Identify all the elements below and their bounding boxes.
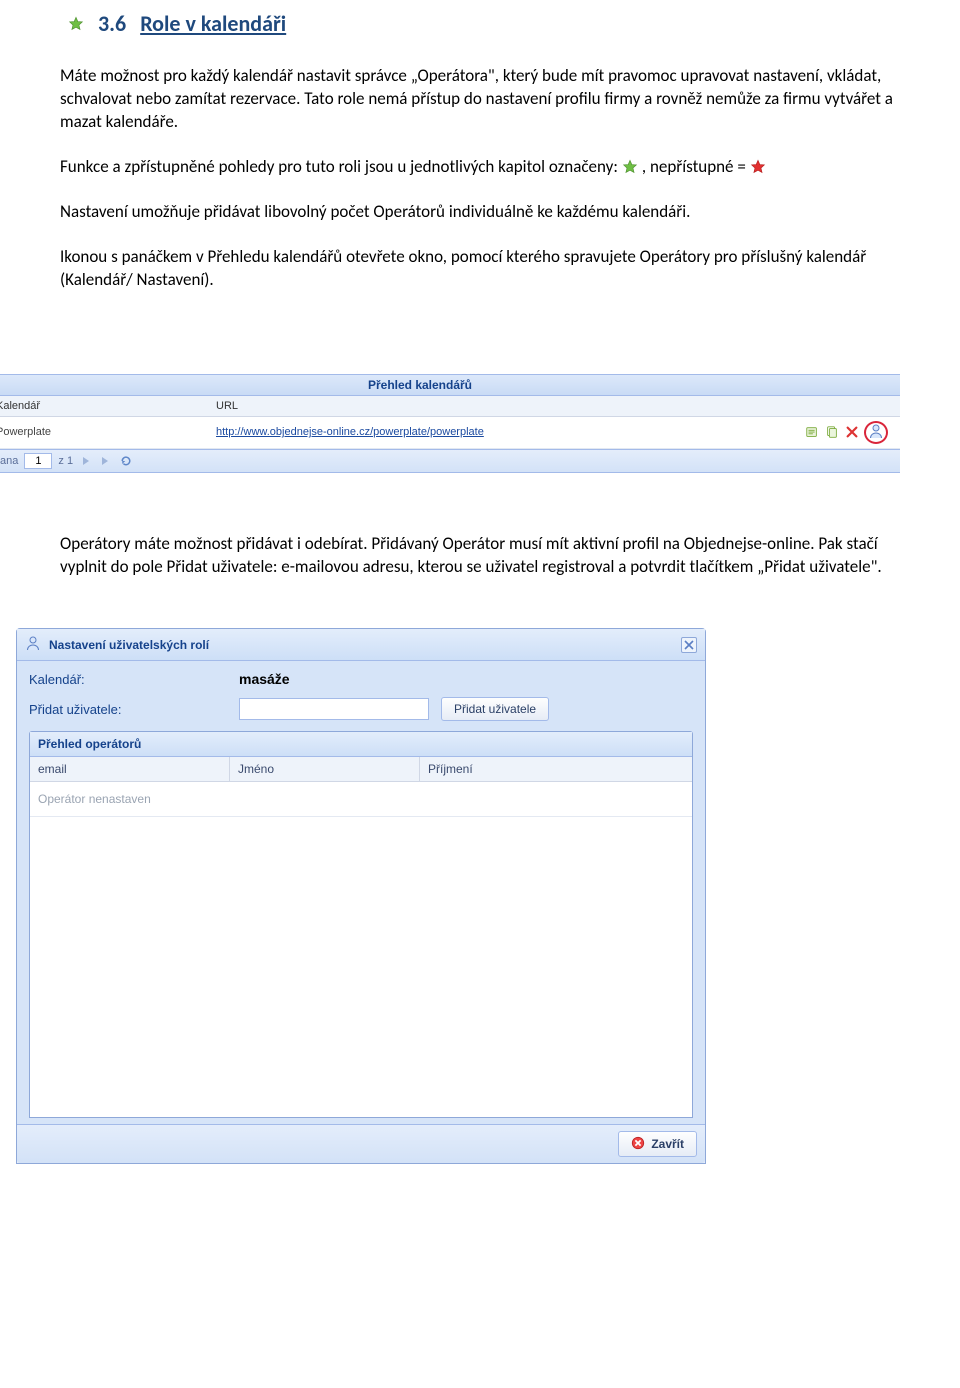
paragraph-1: Máte možnost pro každý kalendář nastavit… [60, 65, 900, 134]
operators-empty-area [30, 817, 692, 1117]
star-green-icon [622, 159, 638, 175]
operator-icon[interactable] [868, 423, 884, 439]
user-icon [25, 635, 41, 654]
delete-icon[interactable] [844, 424, 860, 440]
calendar-overview-title: Přehled kalendářů [0, 375, 900, 396]
col-name: Kalendář [0, 400, 216, 412]
calendar-overview-panel: Přehled kalendářů ID Kalendář URL 1 Powe… [0, 374, 900, 473]
section-heading: 3.6 Role v kalendáři [68, 10, 900, 37]
close-button[interactable]: Zavřít [618, 1131, 697, 1157]
add-user-button-label: Přidat uživatele [454, 702, 536, 716]
operators-panel-title: Přehled operátorů [30, 732, 692, 757]
dialog-titlebar: Nastavení uživatelských rolí [17, 629, 705, 661]
add-user-button[interactable]: Přidat uživatele [441, 697, 549, 721]
role-settings-dialog: Nastavení uživatelských rolí Kalendář: m… [16, 628, 706, 1164]
close-circle-icon [631, 1136, 645, 1153]
paragraph-4: Ikonou s panáčkem v Přehledu kalendářů o… [60, 246, 900, 292]
kalendar-label: Kalendář: [29, 672, 239, 687]
dialog-body: Kalendář: masáže Přidat uživatele: Přida… [17, 661, 705, 1124]
pager-total: z 1 [58, 455, 73, 467]
kalendar-value: masáže [239, 671, 290, 687]
edit-icon[interactable] [804, 424, 820, 440]
star-red-icon [750, 159, 766, 175]
heading-title: Role v kalendáři [140, 10, 286, 37]
row-actions [804, 421, 894, 444]
para2-mid: , nepřístupné = [642, 156, 746, 179]
paragraph-5: Operátory máte možnost přidávat i odebír… [60, 533, 900, 579]
operators-empty-text: Operátor nenastaven [30, 782, 692, 817]
copy-icon[interactable] [824, 424, 840, 440]
calendar-overview-columns: ID Kalendář URL [0, 396, 900, 417]
col-jmeno: Jméno [230, 757, 420, 781]
paragraph-3: Nastavení umožňuje přidávat libovolný po… [60, 201, 900, 224]
cell-url-link[interactable]: http://www.objednejse-online.cz/powerpla… [216, 426, 484, 438]
operator-icon-highlight [864, 421, 888, 444]
calendar-row: 1 Powerplate http://www.objednejse-onlin… [0, 417, 900, 449]
pager-last-icon[interactable] [99, 454, 113, 468]
pager-next-icon[interactable] [79, 454, 93, 468]
operators-columns: email Jméno Příjmení [30, 757, 692, 782]
add-user-input[interactable] [239, 698, 429, 720]
paragraph-2: Funkce a zpřístupněné pohledy pro tuto r… [60, 156, 900, 179]
calendar-pager: Strana z 1 [0, 449, 900, 473]
dialog-title-text: Nastavení uživatelských rolí [49, 638, 209, 652]
cell-name: Powerplate [0, 426, 216, 438]
col-prijmeni: Příjmení [420, 757, 692, 781]
heading-number: 3.6 [98, 10, 126, 37]
dialog-footer: Zavřít [17, 1124, 705, 1163]
col-email: email [30, 757, 230, 781]
para2-pre: Funkce a zpřístupněné pohledy pro tuto r… [60, 156, 618, 179]
pager-label: Strana [0, 455, 18, 467]
pager-page-input[interactable] [24, 453, 52, 469]
col-url: URL [216, 400, 894, 412]
close-icon[interactable] [681, 637, 697, 653]
operators-panel: Přehled operátorů email Jméno Příjmení O… [29, 731, 693, 1118]
add-user-label: Přidat uživatele: [29, 702, 239, 717]
pager-refresh-icon[interactable] [119, 454, 133, 468]
star-green-icon [68, 16, 84, 32]
close-button-label: Zavřít [651, 1137, 684, 1151]
